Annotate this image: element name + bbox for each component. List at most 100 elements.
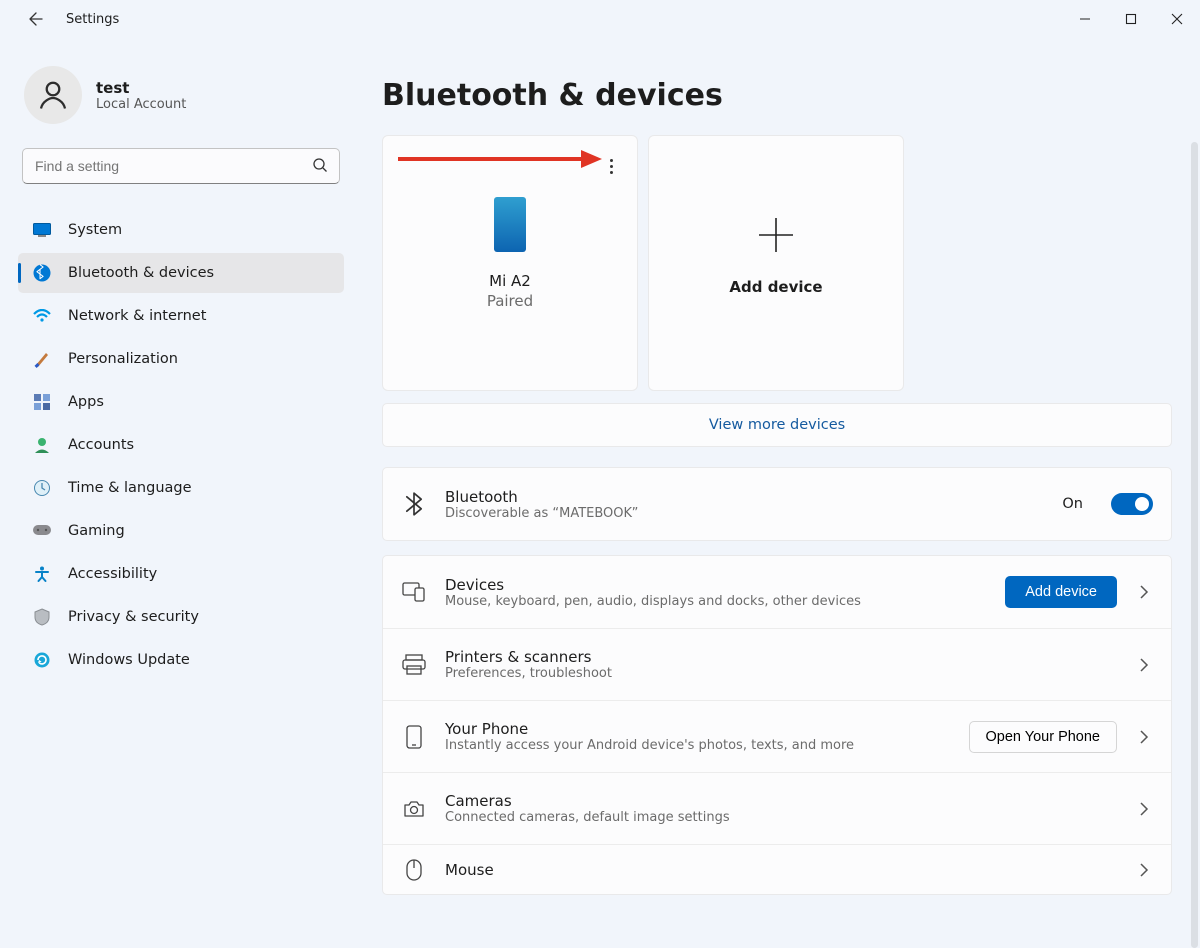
app-title: Settings bbox=[66, 12, 119, 27]
cameras-title: Cameras bbox=[445, 792, 1117, 810]
apps-icon bbox=[32, 392, 52, 412]
bluetooth-subtitle: Discoverable as “MATEBOOK” bbox=[445, 506, 1044, 521]
scrollbar[interactable] bbox=[1191, 142, 1198, 948]
paintbrush-icon bbox=[32, 349, 52, 369]
nav-personalization[interactable]: Personalization bbox=[18, 339, 344, 379]
bluetooth-row-icon bbox=[401, 492, 427, 516]
phone-icon bbox=[494, 197, 526, 252]
main-content: Bluetooth & devices Mi A2 Paired Add dev… bbox=[358, 38, 1200, 937]
phone-row-icon bbox=[401, 725, 427, 749]
nav-windows-update[interactable]: Windows Update bbox=[18, 640, 344, 680]
person-icon bbox=[35, 77, 71, 113]
add-device-button[interactable]: Add device bbox=[1005, 576, 1117, 608]
plus-icon bbox=[753, 210, 799, 260]
devices-section: Devices Mouse, keyboard, pen, audio, dis… bbox=[382, 555, 1172, 895]
title-bar: Settings bbox=[0, 0, 1200, 38]
devices-subtitle: Mouse, keyboard, pen, audio, displays an… bbox=[445, 594, 987, 609]
back-button[interactable] bbox=[24, 7, 48, 31]
minimize-button[interactable] bbox=[1062, 3, 1108, 35]
row-your-phone[interactable]: Your Phone Instantly access your Android… bbox=[383, 700, 1171, 772]
system-icon bbox=[32, 220, 52, 240]
back-arrow-icon bbox=[28, 11, 44, 27]
your-phone-title: Your Phone bbox=[445, 720, 951, 738]
shield-icon bbox=[32, 607, 52, 627]
nav-label: Network & internet bbox=[68, 308, 206, 324]
bluetooth-toggle[interactable] bbox=[1111, 493, 1153, 515]
gaming-icon bbox=[32, 521, 52, 541]
search-icon bbox=[312, 157, 328, 177]
nav-label: Time & language bbox=[68, 480, 192, 496]
nav-network-internet[interactable]: Network & internet bbox=[18, 296, 344, 336]
camera-icon bbox=[401, 799, 427, 819]
nav-gaming[interactable]: Gaming bbox=[18, 511, 344, 551]
window-controls bbox=[1062, 3, 1200, 35]
row-mouse[interactable]: Mouse bbox=[383, 844, 1171, 894]
bluetooth-title: Bluetooth bbox=[445, 488, 1044, 506]
chevron-right-icon bbox=[1135, 658, 1153, 672]
maximize-icon bbox=[1125, 13, 1137, 25]
nav-label: Accessibility bbox=[68, 566, 157, 582]
row-devices[interactable]: Devices Mouse, keyboard, pen, audio, dis… bbox=[383, 556, 1171, 628]
device-status: Paired bbox=[487, 292, 533, 310]
view-more-devices-button[interactable]: View more devices bbox=[382, 403, 1172, 447]
device-name: Mi A2 bbox=[489, 272, 531, 290]
chevron-right-icon bbox=[1135, 863, 1153, 877]
user-subtitle: Local Account bbox=[96, 97, 186, 112]
bluetooth-icon bbox=[32, 263, 52, 283]
clock-icon bbox=[32, 478, 52, 498]
nav-system[interactable]: System bbox=[18, 210, 344, 250]
nav-label: Personalization bbox=[68, 351, 178, 367]
nav-label: System bbox=[68, 222, 122, 238]
mouse-icon bbox=[401, 859, 427, 881]
minimize-icon bbox=[1079, 13, 1091, 25]
add-device-label: Add device bbox=[729, 278, 822, 296]
nav-accessibility[interactable]: Accessibility bbox=[18, 554, 344, 594]
nav-label: Apps bbox=[68, 394, 104, 410]
row-printers-scanners[interactable]: Printers & scanners Preferences, trouble… bbox=[383, 628, 1171, 700]
nav-privacy-security[interactable]: Privacy & security bbox=[18, 597, 344, 637]
maximize-button[interactable] bbox=[1108, 3, 1154, 35]
printer-icon bbox=[401, 654, 427, 676]
settings-window: Settings test Local Account bbox=[0, 0, 1200, 937]
nav-label: Accounts bbox=[68, 437, 134, 453]
nav-bluetooth-devices[interactable]: Bluetooth & devices bbox=[18, 253, 344, 293]
device-tile-mi-a2[interactable]: Mi A2 Paired bbox=[382, 135, 638, 391]
view-more-label: View more devices bbox=[709, 417, 845, 433]
nav-label: Bluetooth & devices bbox=[68, 265, 214, 281]
add-device-tile[interactable]: Add device bbox=[648, 135, 904, 391]
close-button[interactable] bbox=[1154, 3, 1200, 35]
accessibility-icon bbox=[32, 564, 52, 584]
nav-label: Privacy & security bbox=[68, 609, 199, 625]
close-icon bbox=[1171, 13, 1183, 25]
devices-title: Devices bbox=[445, 576, 987, 594]
nav-list: System Bluetooth & devices Network & int… bbox=[18, 210, 344, 680]
printers-subtitle: Preferences, troubleshoot bbox=[445, 666, 1117, 681]
nav-accounts[interactable]: Accounts bbox=[18, 425, 344, 465]
row-cameras[interactable]: Cameras Connected cameras, default image… bbox=[383, 772, 1171, 844]
update-icon bbox=[32, 650, 52, 670]
user-name: test bbox=[96, 79, 186, 97]
accounts-icon bbox=[32, 435, 52, 455]
bluetooth-card: Bluetooth Discoverable as “MATEBOOK” On bbox=[382, 467, 1172, 541]
profile-block[interactable]: test Local Account bbox=[24, 66, 344, 124]
page-title: Bluetooth & devices bbox=[382, 78, 1162, 113]
annotation-arrow bbox=[396, 148, 606, 170]
wifi-icon bbox=[32, 306, 52, 326]
printers-title: Printers & scanners bbox=[445, 648, 1117, 666]
nav-label: Windows Update bbox=[68, 652, 190, 668]
chevron-right-icon bbox=[1135, 802, 1153, 816]
bluetooth-state-label: On bbox=[1062, 496, 1083, 512]
search-input[interactable] bbox=[22, 148, 340, 184]
nav-label: Gaming bbox=[68, 523, 125, 539]
chevron-right-icon bbox=[1135, 730, 1153, 744]
nav-time-language[interactable]: Time & language bbox=[18, 468, 344, 508]
cameras-subtitle: Connected cameras, default image setting… bbox=[445, 810, 1117, 825]
devices-icon bbox=[401, 582, 427, 602]
nav-apps[interactable]: Apps bbox=[18, 382, 344, 422]
your-phone-subtitle: Instantly access your Android device's p… bbox=[445, 738, 951, 753]
chevron-right-icon bbox=[1135, 585, 1153, 599]
search-box bbox=[22, 148, 340, 184]
avatar bbox=[24, 66, 82, 124]
mouse-title: Mouse bbox=[445, 861, 1117, 879]
open-your-phone-button[interactable]: Open Your Phone bbox=[969, 721, 1118, 753]
